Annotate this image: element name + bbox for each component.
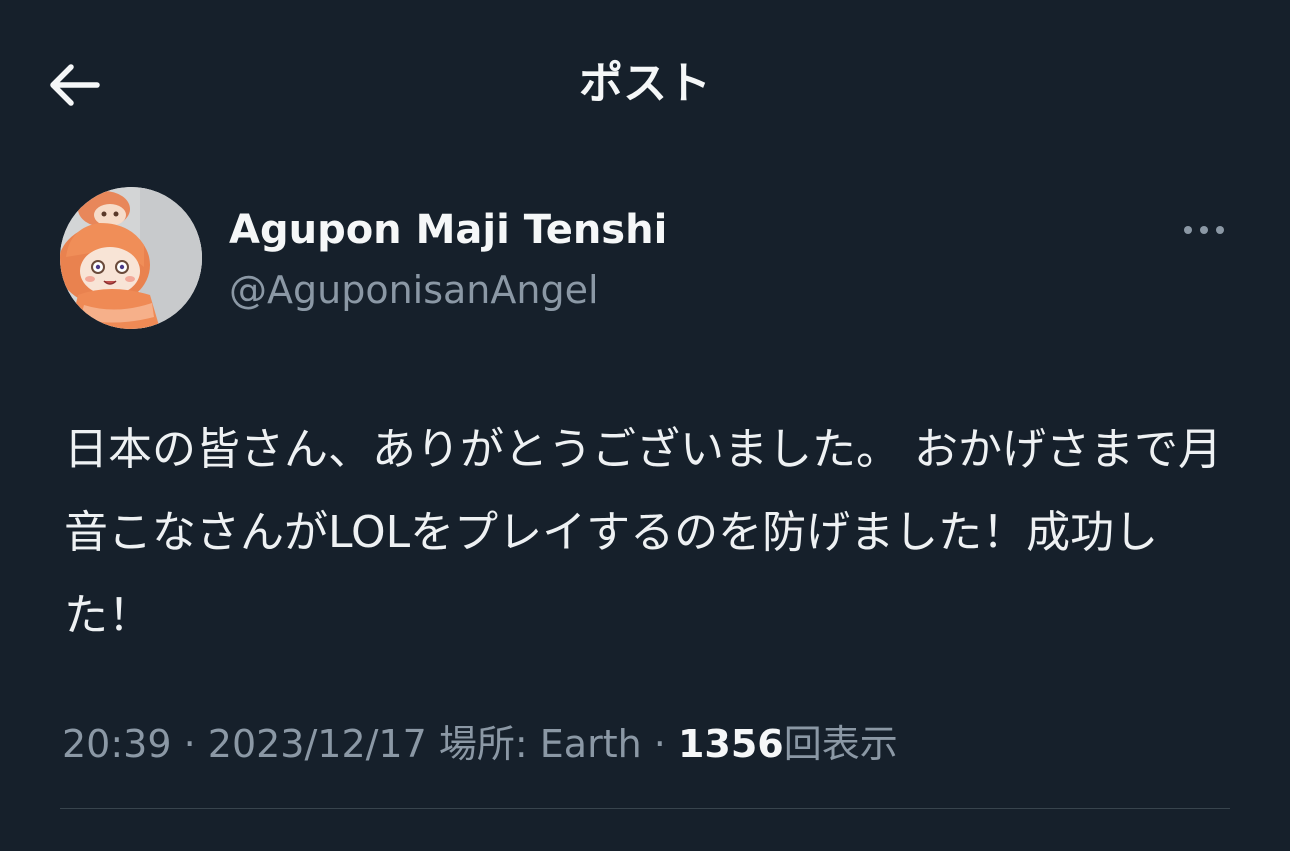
plush-doll-avatar <box>60 187 202 329</box>
author-display-name[interactable]: Agupon Maji Tenshi <box>229 204 667 256</box>
author-handle[interactable]: @AguponisanAngel <box>229 265 599 315</box>
avatar[interactable] <box>60 187 202 329</box>
views-count[interactable]: 1356 <box>678 722 784 766</box>
post-meta: 20:39 · 2023/12/17 場所: Earth · 1356回表示 <box>62 716 898 772</box>
more-dots-icon <box>1184 226 1224 234</box>
views-label: 回表示 <box>783 722 898 766</box>
top-bar: ポスト <box>0 0 1290 170</box>
more-options-button[interactable] <box>1176 210 1232 250</box>
post-text: 日本の皆さん、ありがとうございました。 おかげさまで月音こなさんがLOLをプレイ… <box>64 424 1222 641</box>
post-location: 場所: Earth <box>438 722 642 766</box>
meta-separator: · <box>171 722 208 766</box>
page-title: ポスト <box>579 58 711 109</box>
post-date[interactable]: 2023/12/17 <box>208 722 427 766</box>
meta-separator: · <box>641 722 678 766</box>
divider <box>60 808 1230 809</box>
post-time[interactable]: 20:39 <box>62 722 172 766</box>
